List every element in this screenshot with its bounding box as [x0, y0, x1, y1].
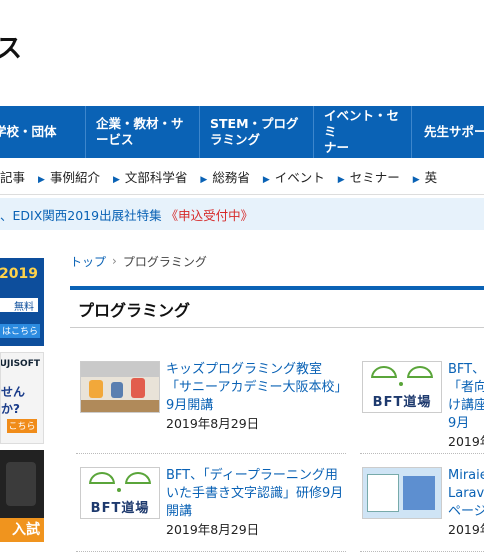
notice-text: 、EDIX関西2019出展社特集 [0, 207, 162, 223]
article-thumbnail[interactable] [362, 466, 442, 519]
child-figure [111, 381, 123, 398]
leaf-icon [89, 471, 115, 484]
triangle-right-icon: ▶ [412, 174, 420, 185]
breadcrumb: トップ › プログラミング [70, 250, 484, 272]
triangle-right-icon: ▶ [38, 174, 45, 185]
child-figure [89, 379, 103, 398]
gnav-schools-label: 学校・団体 [0, 123, 57, 139]
subnav-english-label: 英 [424, 169, 438, 185]
global-nav: 学校・団体 企業・教材・サ ービス STEM・プログ ラミング イベント・セミ ナー … [0, 106, 484, 158]
article-thumbnail[interactable]: BFT道場 [362, 360, 442, 413]
banner-question: せんか? [1, 385, 26, 416]
child-figure [131, 377, 145, 398]
triangle-right-icon: ▶ [337, 174, 345, 185]
subnav-cases[interactable]: ▶ 事例紹介 [38, 167, 100, 186]
subnav-cases-label: 事例紹介 [49, 169, 100, 185]
article-thumbnail[interactable]: BFT道場 [80, 466, 160, 519]
bft-logo-text: BFT道場 [90, 500, 150, 516]
gnav-events[interactable]: イベント・セミ ナー [314, 106, 412, 158]
banner-free-label: 無料 [0, 298, 38, 313]
chevron-right-icon: › [112, 254, 117, 268]
divider [360, 550, 484, 552]
dot-icon [117, 487, 121, 492]
article-date: 2019年8月29日 [166, 521, 260, 537]
breadcrumb-home[interactable]: トップ [70, 253, 106, 270]
article-card[interactable]: キッズプログラミング教室「サニーアカデミー大阪本校」9月開講 2019年8月29… [80, 360, 350, 433]
subnav-articles-label: 記事 [0, 169, 26, 185]
gnav-events-label: イベント・セミ ナー [324, 107, 400, 156]
article-title[interactable]: Miraie Laravel ページ [448, 467, 484, 521]
banner-cta: はこちら [0, 324, 40, 338]
gnav-companies-label: 企業・教材・サ ービス [96, 115, 184, 147]
leaf-icon [125, 471, 151, 484]
triangle-right-icon: ▶ [262, 174, 270, 185]
banner-cta: こちら [7, 419, 37, 433]
article-date: 2019年 [448, 521, 484, 537]
subnav-english[interactable]: ▶ 英 [413, 167, 437, 186]
sidebar-banner-fujisoft[interactable]: FUJISOFT せんか? こちら [0, 352, 44, 444]
banner-year: 2019 [0, 266, 38, 282]
main-content: トップ › プログラミング プログラミング キッズプログラミング教室「サニーアカ… [70, 250, 484, 559]
sub-nav: 記事 ▶ 事例紹介 ▶ 文部科学省 ▶ 総務省 ▶ イベント ▶ セミナー ▶ 英 [0, 158, 484, 195]
gnav-stem-label: STEM・プログ ラミング [210, 115, 299, 147]
dot-icon [399, 381, 403, 386]
subnav-mext[interactable]: ▶ 文部科学省 [113, 167, 187, 186]
triangle-right-icon: ▶ [112, 174, 120, 185]
subnav-mext-label: 文部科学省 [124, 169, 188, 185]
gnav-teachers[interactable]: 先生サポート [412, 106, 484, 158]
article-text: Miraie Laravel ページ 2019年 [448, 467, 484, 539]
article-card[interactable]: BFT道場 BFT、「ディープラーニング用いた手書き文字認識」研修9月開講 20… [80, 466, 350, 539]
article-thumbnail[interactable] [80, 360, 160, 413]
article-text: キッズプログラミング教室「サニーアカデミー大阪本校」9月開講 2019年8月29… [166, 361, 346, 433]
book-cover [367, 473, 399, 512]
article-date: 2019年 [448, 433, 484, 449]
gnav-teachers-label: 先生サポート [424, 123, 484, 139]
gnav-companies[interactable]: 企業・教材・サ ービス [86, 106, 200, 158]
subnav-seminars[interactable]: ▶ セミナー [338, 167, 400, 186]
article-card[interactable]: Miraie Laravel ページ 2019年 [362, 466, 484, 539]
sidebar-banner-edix[interactable]: 2019 無料 はこちら [0, 258, 44, 346]
sidebar-banner-exam[interactable]: 入試 [0, 450, 44, 542]
table-shape [81, 399, 159, 412]
article-card[interactable]: BFT道場 BFT、「者向け講座9月 2019年 [362, 360, 484, 451]
subnav-events-label: イベント [274, 169, 325, 185]
article-date: 2019年8月29日 [166, 415, 260, 431]
bft-logo-text: BFT道場 [372, 394, 432, 410]
banner-brand: FUJISOFT [0, 359, 40, 369]
page-title: プログラミング [70, 286, 484, 328]
article-grid: キッズプログラミング教室「サニーアカデミー大阪本校」9月開講 2019年8月29… [70, 339, 484, 559]
banner-photo [6, 462, 36, 506]
subnav-articles[interactable]: 記事 [0, 167, 25, 186]
triangle-right-icon: ▶ [200, 174, 208, 185]
banner-exam-label: 入試 [0, 518, 44, 542]
gnav-stem[interactable]: STEM・プログ ラミング [200, 106, 314, 158]
divider [76, 550, 346, 552]
article-text: BFT、「ディープラーニング用いた手書き文字認識」研修9月開講 2019年8月2… [166, 467, 346, 539]
sidebar: 2019 無料 はこちら FUJISOFT せんか? こちら 入試 [0, 258, 44, 548]
notice-tag: 《申込受付中》 [165, 207, 254, 223]
subnav-events[interactable]: ▶ イベント [263, 167, 325, 186]
leaf-icon [371, 365, 397, 378]
notice-bar[interactable]: 、EDIX関西2019出展社特集 《申込受付中》 [0, 198, 484, 230]
book-cover [403, 475, 435, 510]
article-title[interactable]: キッズプログラミング教室「サニーアカデミー大阪本校」9月開講 [166, 361, 346, 415]
subnav-mic[interactable]: ▶ 総務省 [200, 167, 249, 186]
subnav-seminars-label: セミナー [349, 169, 400, 185]
article-title[interactable]: BFT、「者向け講座9月 [448, 361, 484, 433]
subnav-mic-label: 総務省 [212, 169, 250, 185]
gnav-schools[interactable]: 学校・団体 [0, 106, 86, 158]
article-text: BFT、「者向け講座9月 2019年 [448, 361, 484, 451]
breadcrumb-current: プログラミング [122, 254, 207, 269]
site-logo[interactable]: ス [0, 28, 23, 65]
leaf-icon [407, 365, 433, 378]
divider [360, 452, 484, 454]
article-title[interactable]: BFT、「ディープラーニング用いた手書き文字認識」研修9月開講 [166, 467, 346, 521]
divider [76, 452, 346, 454]
